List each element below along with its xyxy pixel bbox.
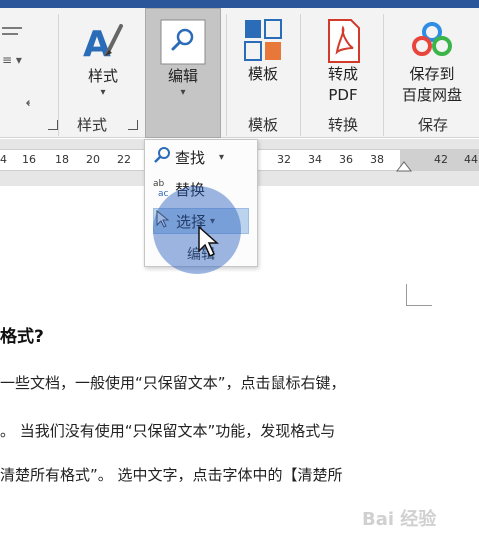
ruler-number: 22 bbox=[117, 153, 131, 166]
dialog-launcher-icon[interactable] bbox=[48, 120, 58, 130]
editing-button[interactable]: 编辑 ▾ bbox=[145, 12, 221, 99]
doc-line: 一些文档，一般使用“只保留文本”，点击鼠标右键， bbox=[0, 374, 346, 392]
separator bbox=[300, 14, 301, 136]
ruler-number: 32 bbox=[277, 153, 291, 166]
chevron-down-icon: ▾ bbox=[219, 151, 225, 163]
doc-heading: 格式? bbox=[0, 327, 44, 347]
styles-label: 样式 bbox=[87, 67, 118, 85]
separator bbox=[58, 14, 59, 136]
mouse-pointer-icon bbox=[198, 225, 219, 258]
group-label-templates: 模板 bbox=[247, 116, 278, 134]
templates-label: 模板 bbox=[247, 65, 278, 83]
separator bbox=[383, 14, 384, 136]
left-partial-controls: ≡ ▾ ↲ bbox=[0, 14, 36, 114]
title-bar bbox=[0, 0, 479, 8]
styles-dialog-launcher-icon[interactable] bbox=[128, 120, 138, 130]
ruler-number: 34 bbox=[308, 153, 322, 166]
separator bbox=[226, 14, 227, 136]
paragraph-partial-icons[interactable]: ≡ ▾ ↲ bbox=[0, 14, 36, 114]
search-magnifier-icon bbox=[160, 19, 206, 65]
ruler-number: 44 bbox=[464, 153, 478, 166]
save-baidu-label-2: 百度网盘 bbox=[401, 86, 462, 104]
convert-to-pdf-button[interactable]: 转成 PDF bbox=[308, 12, 378, 106]
save-to-baidu-button[interactable]: 保存到 百度网盘 bbox=[390, 12, 474, 106]
ruler-number: 16 bbox=[22, 153, 36, 166]
svg-text:↲: ↲ bbox=[24, 94, 30, 110]
ruler-number: 4 bbox=[0, 153, 7, 166]
to-pdf-label-2: PDF bbox=[328, 86, 358, 104]
chevron-down-icon: ▾ bbox=[100, 87, 106, 98]
group-label-save: 保存 bbox=[417, 116, 448, 134]
menu-item-find[interactable]: 查找 ▾ bbox=[153, 144, 249, 170]
chevron-down-icon: ▾ bbox=[180, 87, 186, 98]
pdf-convert-icon bbox=[328, 19, 360, 63]
svg-text:ab: ab bbox=[153, 179, 165, 189]
ribbon: ≡ ▾ ↲ A 样式 ▾ 样式 编辑 ▾ 模板 模板 转成 PDF 转换 保存到… bbox=[0, 8, 479, 138]
ruler-number: 18 bbox=[55, 153, 69, 166]
ruler-number: 20 bbox=[86, 153, 100, 166]
group-label-styles: 样式 bbox=[76, 116, 107, 134]
ruler-number: 38 bbox=[370, 153, 384, 166]
ruler-number: 36 bbox=[339, 153, 353, 166]
editing-label: 编辑 bbox=[167, 67, 198, 85]
indent-marker-icon[interactable] bbox=[396, 160, 412, 172]
svg-text:ac: ac bbox=[158, 189, 169, 197]
ruler-number: 42 bbox=[434, 153, 448, 166]
watermark: Bai 经验 bbox=[362, 509, 437, 530]
baidu-cloud-icon bbox=[412, 22, 452, 56]
find-label: 查找 bbox=[175, 148, 206, 167]
margin-corner-mark bbox=[406, 284, 432, 306]
doc-line: 。 当我们没有使用“只保留文本”功能，发现格式与 bbox=[0, 422, 336, 440]
doc-line: 清楚所有格式”。 选中文字，点击字体中的【清楚所 bbox=[0, 466, 343, 484]
svg-text:A: A bbox=[83, 24, 111, 65]
templates-button[interactable]: 模板 bbox=[232, 12, 294, 85]
styles-brush-icon: A bbox=[83, 24, 123, 65]
group-label-convert: 转换 bbox=[327, 116, 358, 134]
templates-grid-icon bbox=[244, 19, 282, 61]
save-baidu-label-1: 保存到 bbox=[409, 65, 455, 83]
styles-button[interactable]: A 样式 ▾ bbox=[72, 12, 134, 99]
to-pdf-label-1: 转成 bbox=[327, 65, 358, 83]
search-icon bbox=[153, 146, 175, 168]
svg-text:≡ ▾: ≡ ▾ bbox=[2, 53, 22, 67]
